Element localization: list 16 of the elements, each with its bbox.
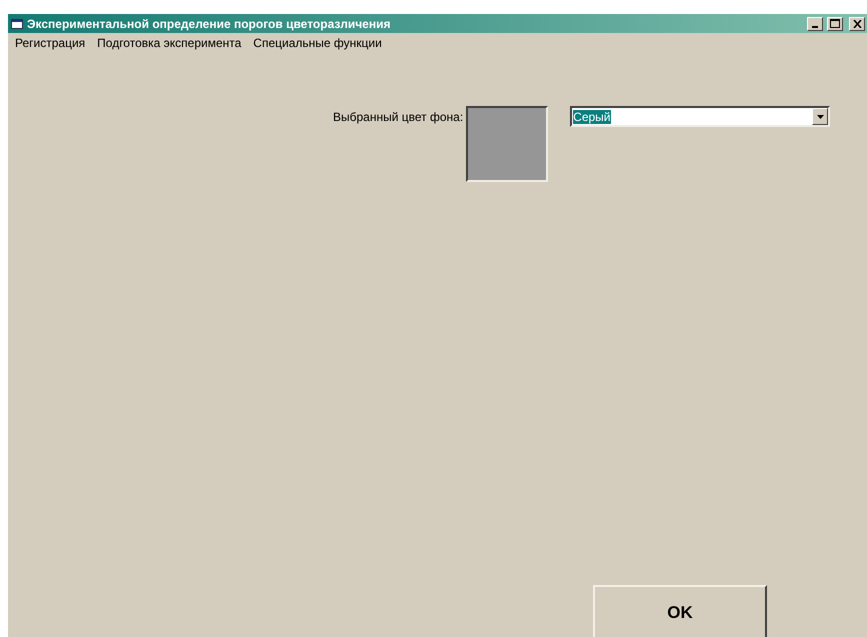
menu-item[interactable]: Подготовка эксперимента xyxy=(97,36,242,55)
menu-item[interactable]: Специальные функции xyxy=(253,36,382,55)
minimize-button[interactable] xyxy=(807,16,823,30)
menu-item[interactable]: Регистрация xyxy=(15,36,86,55)
maximize-button[interactable] xyxy=(827,16,843,30)
minimize-icon xyxy=(812,26,818,28)
color-dropdown[interactable]: Серый xyxy=(570,106,830,127)
dropdown-button[interactable] xyxy=(812,108,828,125)
window-icon xyxy=(11,18,23,28)
caret-icon xyxy=(816,114,824,118)
background-color-label: Выбранный цвет фона: xyxy=(333,110,464,124)
ok-button[interactable]: OK xyxy=(593,585,767,637)
maximize-icon xyxy=(830,19,840,28)
close-button[interactable] xyxy=(849,16,865,30)
close-icon xyxy=(852,20,862,28)
window-title: Экспериментальной определение порогов цветоразличения xyxy=(27,16,392,30)
